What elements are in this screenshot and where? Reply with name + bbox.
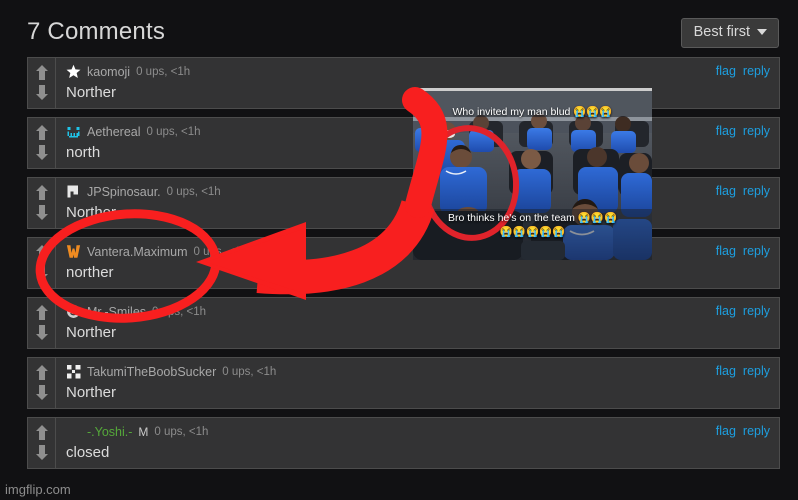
comment-body: TakumiTheBoobSucker 0 ups, <1h Norther flag…: [56, 358, 779, 408]
comment-score: 0 ups, <1h: [193, 245, 248, 258]
comment-actions: flag reply: [716, 244, 770, 258]
comment-score: 0 ups, <1h: [136, 65, 191, 78]
upvote-button[interactable]: [35, 124, 49, 142]
sort-order-label: Best first: [693, 24, 750, 40]
comment-row: Aethereal 0 ups, <1h north flag reply: [27, 117, 780, 169]
comment-actions: flag reply: [716, 364, 770, 378]
comment-score: 0 ups, <1h: [154, 425, 209, 438]
flag-link[interactable]: flag: [716, 124, 736, 138]
flag-link[interactable]: flag: [716, 304, 736, 318]
upvote-button[interactable]: [35, 244, 49, 262]
vote-controls: [28, 358, 56, 408]
comment-score: 0 ups, <1h: [166, 185, 221, 198]
reply-link[interactable]: reply: [743, 124, 770, 138]
comment-meta: kaomoji 0 ups, <1h: [66, 63, 779, 80]
comment-score: 0 ups, <1h: [146, 125, 201, 138]
vote-controls: [28, 298, 56, 348]
comment-row: -.Yoshi.- M 0 ups, <1h closed flag reply: [27, 417, 780, 469]
meme-bottom-caption-line2: 😭😭😭😭😭: [499, 226, 566, 238]
comment-row: JPSpinosaur. 0 ups, <1h Norther flag reply: [27, 177, 780, 229]
downvote-button[interactable]: [35, 84, 49, 102]
comment-text: norther: [66, 264, 114, 281]
comment-actions: flag reply: [716, 304, 770, 318]
comment-text: Norther: [66, 324, 117, 341]
reply-link[interactable]: reply: [743, 184, 770, 198]
upvote-button[interactable]: [35, 304, 49, 322]
comment-list: kaomoji 0 ups, <1h Norther flag reply Aethere…: [27, 57, 780, 477]
comment-meta: TakumiTheBoobSucker 0 ups, <1h: [66, 363, 779, 380]
reply-link[interactable]: reply: [743, 64, 770, 78]
vote-controls: [28, 178, 56, 228]
comment-actions: flag reply: [716, 124, 770, 138]
downvote-button[interactable]: [35, 444, 49, 462]
comment-actions: flag reply: [716, 424, 770, 438]
imgflip-comments-screenshot: 7 Comments Best first kaomoji 0 ups, <1h N…: [0, 0, 798, 500]
flag-link[interactable]: flag: [716, 244, 736, 258]
meme-bottom-caption: Bro thinks he's on the team 😭😭😭: [447, 212, 618, 224]
flag-link[interactable]: flag: [716, 364, 736, 378]
vote-controls: [28, 418, 56, 468]
comment-username[interactable]: TakumiTheBoobSucker: [87, 365, 216, 379]
blank-avatar-icon: [66, 424, 81, 439]
flag-link[interactable]: flag: [716, 64, 736, 78]
reply-link[interactable]: reply: [743, 304, 770, 318]
comment-username[interactable]: kaomoji: [87, 65, 130, 79]
comment-row: kaomoji 0 ups, <1h Norther flag reply: [27, 57, 780, 109]
comment-body: -.Yoshi.- M 0 ups, <1h closed flag reply: [56, 418, 779, 468]
comment-username[interactable]: JPSpinosaur.: [87, 185, 161, 199]
comment-username[interactable]: Vantera.Maximum: [87, 245, 188, 259]
meme-top-caption: Who invited my man blud 😭😭😭: [452, 106, 613, 118]
star-avatar-icon: [66, 64, 81, 79]
comment-row: Vantera.Maximum 0 ups, <1h norther flag repl…: [27, 237, 780, 289]
comment-row: Mr.-Smiles 0 ups, <1h Norther flag reply: [27, 297, 780, 349]
flag-link[interactable]: flag: [716, 424, 736, 438]
chevron-down-icon: [757, 29, 767, 36]
downvote-button[interactable]: [35, 384, 49, 402]
reply-link[interactable]: reply: [743, 244, 770, 258]
imgflip-watermark: imgflip.com: [5, 482, 71, 497]
pixel-face-avatar-icon: [66, 124, 81, 139]
downvote-button[interactable]: [35, 144, 49, 162]
upvote-button[interactable]: [35, 64, 49, 82]
smiley-avatar-icon: [66, 304, 81, 319]
comment-username[interactable]: Aethereal: [87, 125, 141, 139]
page-title: 7 Comments: [27, 18, 166, 45]
comment-actions: flag reply: [716, 184, 770, 198]
flag-link[interactable]: flag: [716, 184, 736, 198]
comment-body: Mr.-Smiles 0 ups, <1h Norther flag reply: [56, 298, 779, 348]
comment-score: 0 ups, <1h: [222, 365, 277, 378]
comments-header: 7 Comments Best first: [0, 0, 798, 56]
flag-block-avatar-icon: [66, 184, 81, 199]
comment-row: TakumiTheBoobSucker 0 ups, <1h Norther flag…: [27, 357, 780, 409]
comment-text: closed: [66, 444, 110, 461]
vote-controls: [28, 58, 56, 108]
comment-username[interactable]: Mr.-Smiles: [87, 305, 146, 319]
sort-order-dropdown[interactable]: Best first: [680, 18, 779, 48]
plus-cross-avatar-icon: [66, 364, 81, 379]
comment-score: 0 ups, <1h: [152, 305, 207, 318]
comment-text: Norther: [66, 384, 117, 401]
reply-link[interactable]: reply: [743, 424, 770, 438]
downvote-button[interactable]: [35, 204, 49, 222]
upvote-button[interactable]: [35, 424, 49, 442]
comment-meta: Mr.-Smiles 0 ups, <1h: [66, 303, 779, 320]
comment-username[interactable]: -.Yoshi.-: [87, 425, 132, 439]
vote-controls: [28, 238, 56, 288]
overlay-meme-image: Who invited my man blud 😭😭😭 Bro thinks h…: [413, 88, 652, 260]
upvote-button[interactable]: [35, 184, 49, 202]
downvote-button[interactable]: [35, 264, 49, 282]
upvote-button[interactable]: [35, 364, 49, 382]
reply-link[interactable]: reply: [743, 364, 770, 378]
moderator-badge: M: [138, 424, 149, 439]
vote-controls: [28, 118, 56, 168]
comment-actions: flag reply: [716, 64, 770, 78]
orange-v-avatar-icon: [66, 244, 81, 259]
comment-meta: -.Yoshi.- M 0 ups, <1h: [66, 423, 779, 440]
downvote-button[interactable]: [35, 324, 49, 342]
